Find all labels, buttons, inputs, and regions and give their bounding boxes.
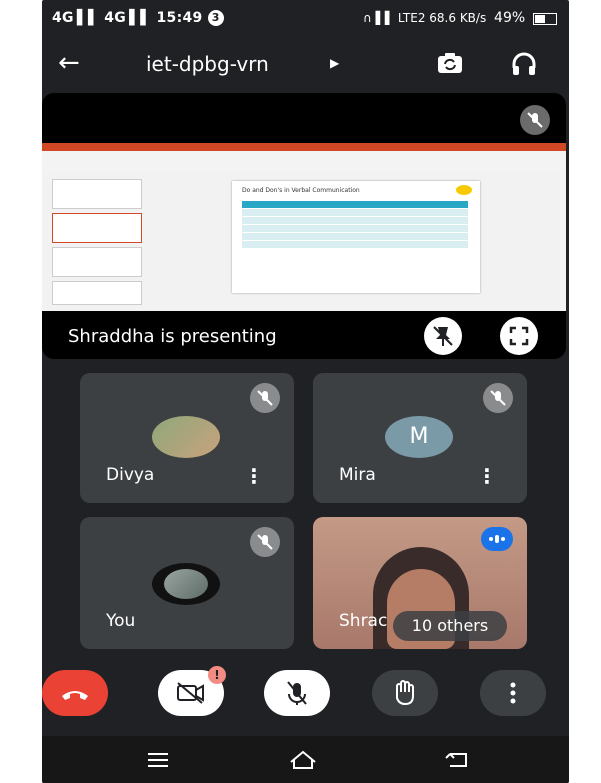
- system-nav-bar: [42, 736, 569, 783]
- others-count[interactable]: 10 others: [393, 611, 507, 641]
- presentation-tile[interactable]: Do and Don's in Verbal Communication Shr…: [42, 93, 566, 359]
- participant-tile-mira[interactable]: M Mira ⋮: [313, 373, 527, 503]
- home-icon[interactable]: [288, 748, 318, 772]
- meeting-code[interactable]: iet-dpbg-vrn: [146, 52, 269, 76]
- participant-tile-shraddha[interactable]: Shrac 10 others: [313, 517, 527, 649]
- participant-name: You: [106, 611, 136, 631]
- more-options-icon[interactable]: ⋮: [477, 464, 497, 488]
- avatar: [152, 416, 220, 458]
- slide-logo-icon: [456, 185, 472, 195]
- slide-thumbnail: [52, 213, 142, 243]
- slide-thumbnail: [52, 281, 142, 305]
- shared-screen: Do and Don's in Verbal Communication: [42, 143, 566, 311]
- raise-hand-button[interactable]: [372, 670, 438, 716]
- status-bar: 4G ▌▌ 4G ▌▌ 15:49 3 ∩ ▌▌ LTE2 68.6 KB/s …: [42, 0, 569, 38]
- mic-off-icon: [483, 383, 513, 413]
- avatar-initial: M: [385, 416, 453, 458]
- status-left: 4G ▌▌ 4G ▌▌ 15:49 3: [52, 10, 224, 26]
- slide-thumbnails: [46, 177, 142, 305]
- mic-off-icon: [520, 105, 550, 135]
- notification-count: 3: [207, 10, 224, 26]
- mic-off-icon: [250, 527, 280, 557]
- current-slide: Do and Don's in Verbal Communication: [232, 181, 480, 293]
- phone-screen: 4G ▌▌ 4G ▌▌ 15:49 3 ∩ ▌▌ LTE2 68.6 KB/s …: [42, 0, 569, 783]
- slide-table: [242, 201, 468, 249]
- fullscreen-button[interactable]: [500, 317, 538, 355]
- battery-percent: 49%: [494, 10, 526, 26]
- headphones-icon[interactable]: [510, 50, 538, 78]
- back-icon[interactable]: [444, 750, 470, 770]
- more-options-button[interactable]: [480, 670, 546, 716]
- switch-camera-icon[interactable]: [435, 49, 465, 79]
- participant-name: Mira: [339, 465, 376, 485]
- more-options-icon[interactable]: ⋮: [244, 464, 264, 488]
- expand-details-icon[interactable]: ▶: [330, 56, 339, 70]
- slide-thumbnail: [52, 247, 142, 277]
- pin-off-button[interactable]: [424, 317, 462, 355]
- participant-tile-you[interactable]: You: [80, 517, 294, 649]
- meeting-toolbar: ← iet-dpbg-vrn ▶: [42, 38, 569, 90]
- recent-apps-icon[interactable]: [146, 750, 170, 770]
- camera-warning-badge: !: [208, 666, 226, 684]
- slide-thumbnail: [52, 179, 142, 209]
- camera-off-button[interactable]: !: [158, 666, 226, 716]
- avatar: [152, 563, 220, 605]
- status-right: ∩ ▌▌ LTE2 68.6 KB/s 49%: [363, 10, 557, 26]
- end-call-button[interactable]: [42, 670, 108, 716]
- speaking-indicator-icon: [481, 527, 513, 551]
- network-info: ∩ ▌▌ LTE2 68.6 KB/s: [363, 11, 487, 25]
- clock: 15:49: [156, 10, 203, 26]
- participant-name: Shrac: [339, 611, 388, 631]
- back-arrow-icon[interactable]: ←: [58, 48, 80, 78]
- participant-tile-divya[interactable]: Divya ⋮: [80, 373, 294, 503]
- slide-title: Do and Don's in Verbal Communication: [242, 187, 360, 194]
- presenting-caption: Shraddha is presenting: [68, 326, 277, 347]
- signal-indicator: 4G ▌▌ 4G ▌▌: [52, 10, 152, 26]
- battery-icon: [533, 12, 557, 25]
- participant-name: Divya: [106, 465, 155, 485]
- app-ribbon-tools: [42, 151, 566, 173]
- mic-off-button[interactable]: [264, 670, 330, 716]
- mic-off-icon: [250, 383, 280, 413]
